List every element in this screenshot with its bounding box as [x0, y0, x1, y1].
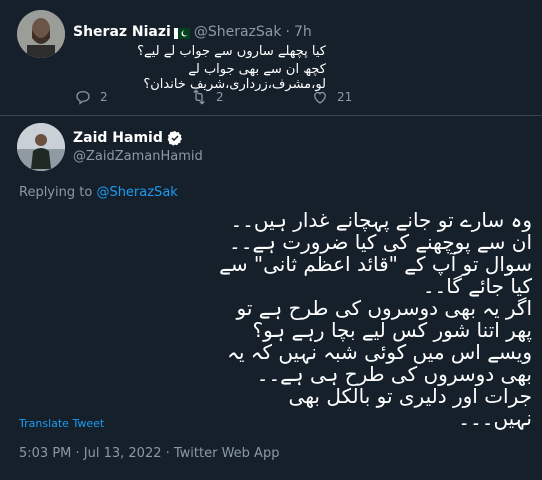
timestamp[interactable]: 7h: [294, 24, 312, 40]
tweet-text: وہ سارے تو جانے پہچانے غدار ہیں۔۔ ان سے …: [218, 209, 532, 429]
tweet-text-line: سوال تو آپ کے "قائد اعظم ثانی" سے کیا جا…: [219, 252, 532, 298]
author-row: Sheraz Niazi @SherazSak · 7h: [73, 24, 312, 40]
replying-to-prefix: Replying to: [19, 185, 97, 200]
author-handle[interactable]: @ZaidZamanHamid: [73, 149, 203, 164]
tweet-text-line: کیا پچھلے ساروں سے جواب لے لیے؟: [137, 44, 326, 59]
avatar[interactable]: [17, 123, 65, 171]
verified-badge-icon: [167, 130, 183, 146]
author-row: Zaid Hamid: [73, 130, 183, 146]
tweet-text-line: وہ سارے تو جانے پہچانے غدار ہیں۔۔: [230, 208, 532, 232]
like-icon: [314, 91, 326, 104]
like-button[interactable]: 21: [311, 88, 352, 106]
like-count: 21: [337, 90, 353, 104]
tweet-text-line: ویسے اس میں کوئی شبہ نہیں کہ یہ بھی دوسر…: [227, 340, 532, 386]
retweet-icon: [193, 89, 205, 105]
retweet-button[interactable]: 2: [190, 88, 224, 106]
tweet-original[interactable]: Sheraz Niazi @SherazSak · 7h کیا پچھلے س…: [0, 0, 542, 116]
tweet-text-line: جرات اور دلیری تو بالکل بھی نہیں۔۔۔: [288, 384, 532, 430]
translate-tweet-link[interactable]: Translate Tweet: [19, 417, 104, 430]
retweet-count: 2: [216, 90, 224, 104]
tweet-text-line: ان سے پوچھنے کی کیا ضرورت ہے۔۔: [229, 230, 532, 254]
separator: ·: [285, 24, 290, 40]
author-handle[interactable]: @SherazSak: [194, 24, 282, 40]
avatar[interactable]: [17, 10, 65, 58]
reply-button[interactable]: 2: [74, 88, 108, 106]
author-name[interactable]: Zaid Hamid: [73, 130, 163, 146]
replying-to-link[interactable]: @SherazSak: [96, 185, 177, 200]
tweet-meta[interactable]: 5:03 PM · Jul 13, 2022 · Twitter Web App: [19, 446, 279, 461]
author-name[interactable]: Sheraz Niazi: [73, 24, 171, 40]
tweet-text-line: اگر یہ بھی دوسروں کی طرح ہے تو پھر اتنا …: [236, 296, 532, 342]
reply-count: 2: [100, 90, 108, 104]
replying-to: Replying to @SherazSak: [19, 185, 178, 200]
reply-icon: [76, 91, 90, 105]
flag-pakistan-icon: [173, 27, 190, 39]
